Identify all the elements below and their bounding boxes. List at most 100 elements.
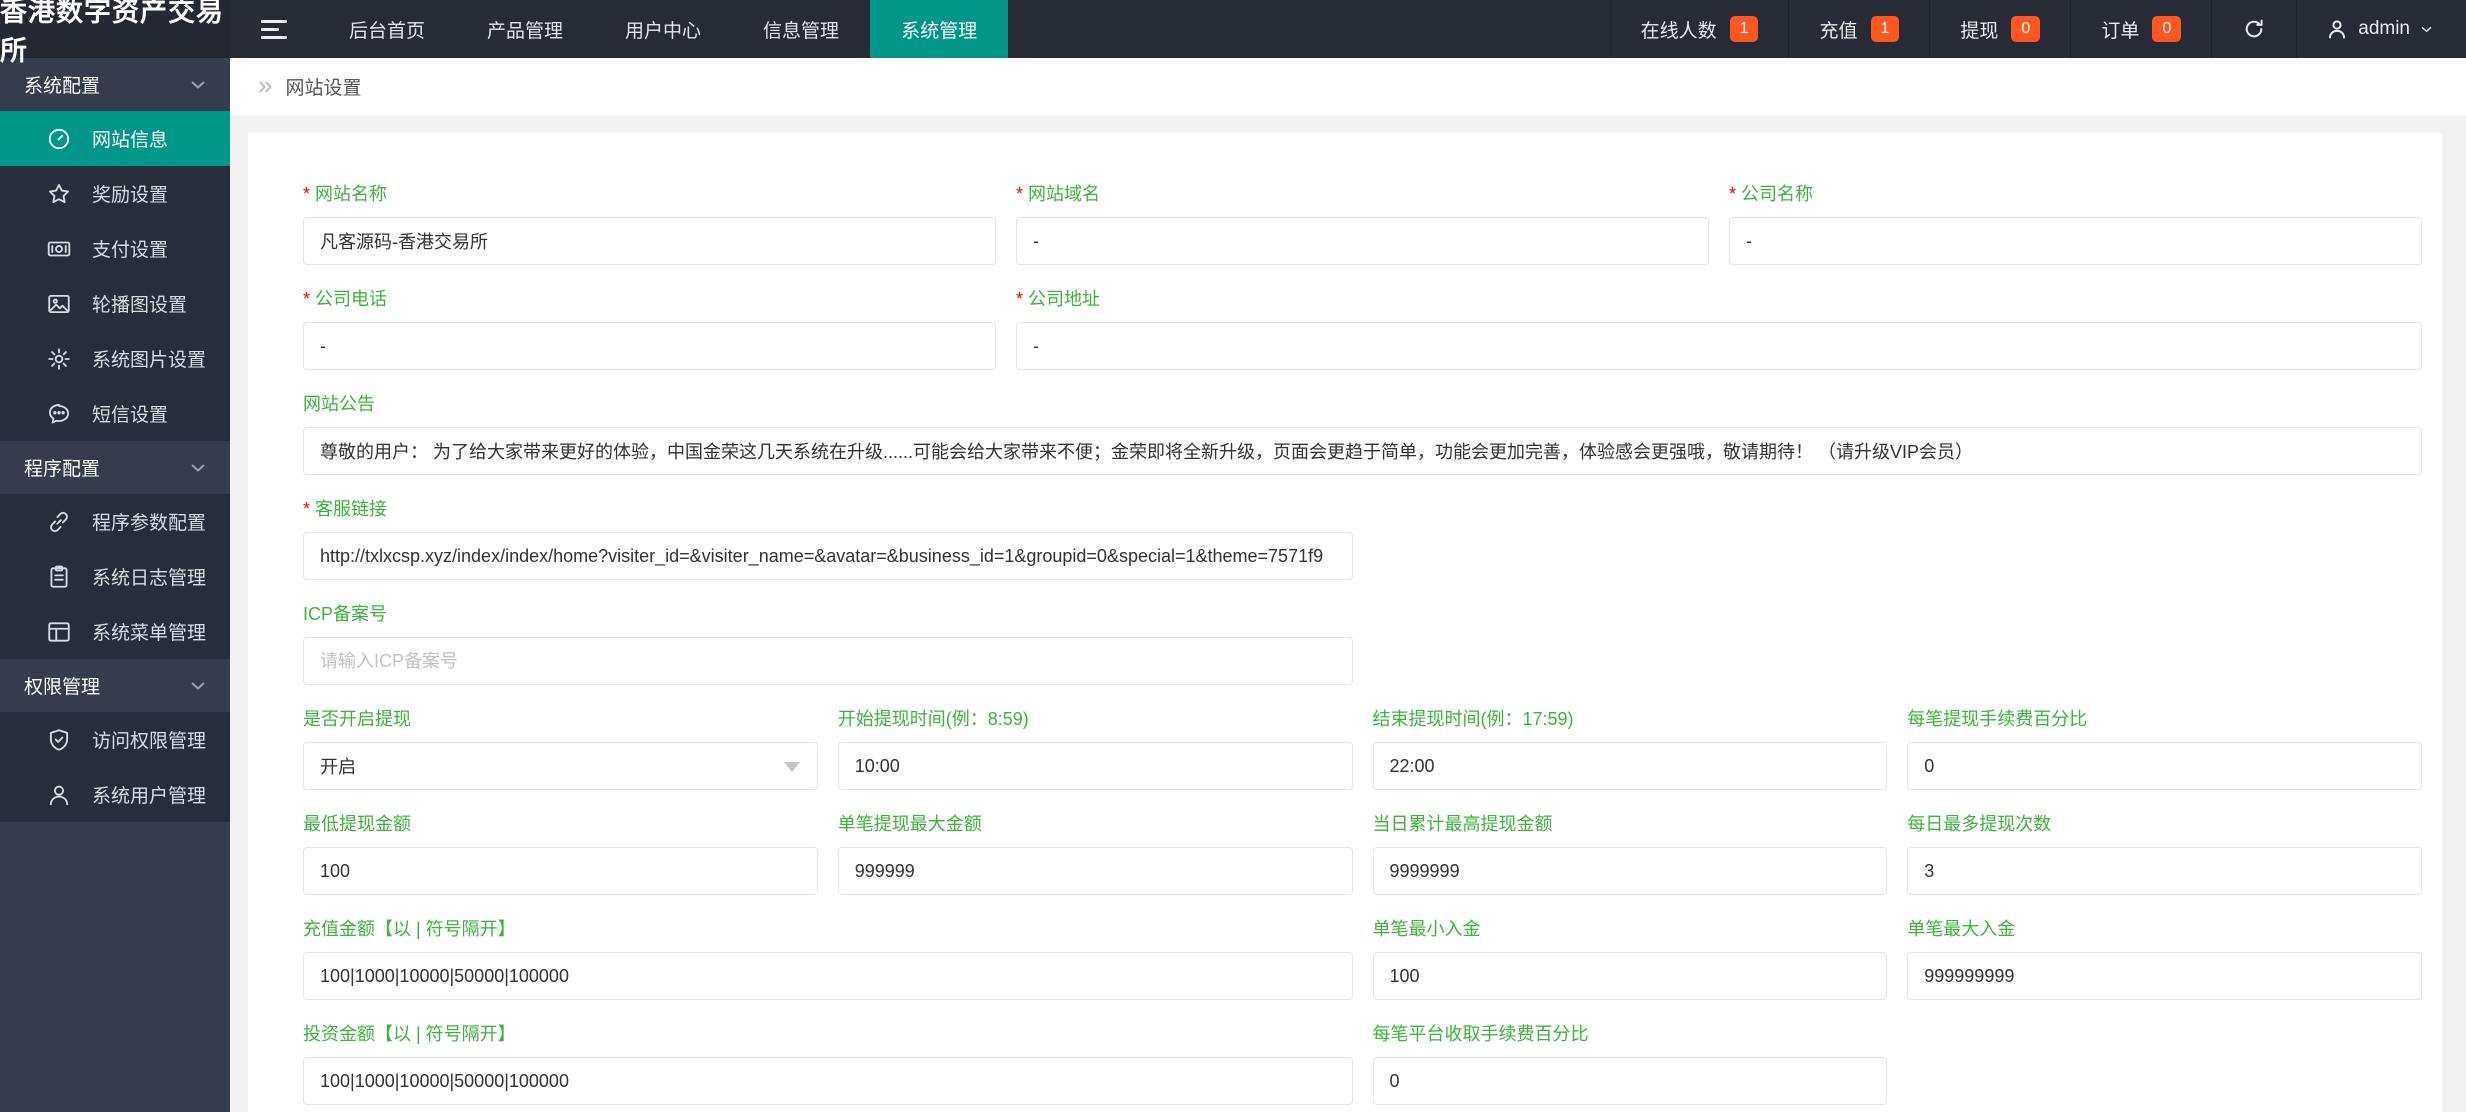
- top-nav-item[interactable]: 用户中心: [594, 0, 732, 58]
- app-logo: 香港数字资产交易所: [0, 0, 230, 66]
- header-stats: 在线人数 1 充值 1 提现 0 订单 0: [1609, 0, 2212, 58]
- header-stat[interactable]: 在线人数 1: [1609, 0, 1789, 58]
- field-label: * 客服链接: [303, 498, 1353, 520]
- company-address-input[interactable]: [1016, 322, 2422, 370]
- stat-count-badge: 0: [2152, 16, 2182, 42]
- sidebar-item[interactable]: 系统日志管理: [0, 549, 230, 604]
- field-label: 结束提现时间(例：17:59): [1373, 708, 1888, 730]
- sidebar-item-label: 系统菜单管理: [92, 623, 207, 644]
- sidebar-item[interactable]: 系统图片设置: [0, 331, 230, 386]
- required-asterisk: *: [303, 289, 311, 309]
- sidebar-section-label: 程序配置: [24, 459, 101, 480]
- sidebar-item-label: 轮播图设置: [92, 295, 188, 316]
- top-nav: 后台首页 产品管理 用户中心 信息管理 系统管理: [318, 0, 1009, 58]
- header-stat[interactable]: 提现 0: [1929, 0, 2070, 58]
- field-label-text: 单笔最大入金: [1907, 919, 2016, 939]
- header-stat[interactable]: 充值 1: [1788, 0, 1929, 58]
- field-label-text: 网站名称: [315, 184, 388, 204]
- field-label-text: 最低提现金额: [303, 814, 411, 834]
- field-label: 网站公告: [303, 393, 2422, 415]
- field-label: 投资金额【以 | 符号隔开】: [303, 1023, 1353, 1045]
- max-withdraw-daily-input[interactable]: [1372, 847, 1888, 895]
- min-withdraw-amount-input[interactable]: [303, 847, 818, 895]
- min-deposit-input[interactable]: [1372, 952, 1888, 1000]
- sidebar-item-label: 短信设置: [92, 405, 169, 426]
- field-label: 每笔提现手续费百分比: [1907, 708, 2422, 730]
- company-name-input[interactable]: [1729, 217, 2422, 265]
- field-label: 单笔最小入金: [1373, 918, 1888, 940]
- stat-count-badge: 1: [1870, 16, 1900, 42]
- chevron-down-icon: [188, 75, 208, 95]
- field-label: 开始提现时间(例：8:59): [838, 708, 1353, 730]
- sidebar: 系统配置 网站信息 奖励设置 支付设置 轮播图设置 系统图片设置 短信设置 程序配置 程序参数配…: [0, 58, 230, 1112]
- field-label: 每笔平台收取手续费百分比: [1373, 1023, 1888, 1045]
- sidebar-item[interactable]: 访问权限管理: [0, 712, 230, 767]
- sidebar-section-items: 程序参数配置 系统日志管理 系统菜单管理: [0, 494, 230, 659]
- service-link-input[interactable]: [303, 532, 1353, 580]
- sidebar-item-label: 程序参数配置: [92, 513, 207, 534]
- platform-fee-percent-input[interactable]: [1372, 1057, 1888, 1105]
- field-label-text: 充值金额【以 | 符号隔开】: [303, 919, 516, 939]
- site-name-input[interactable]: [303, 217, 996, 265]
- top-header: 香港数字资产交易所 后台首页 产品管理 用户中心 信息管理 系统管理 在线人数 1 充值 1 提…: [0, 0, 2466, 66]
- top-nav-item[interactable]: 产品管理: [456, 0, 594, 58]
- sidebar-item-label: 系统日志管理: [92, 568, 207, 589]
- site-notice-input[interactable]: [303, 427, 2422, 475]
- field-label: * 公司电话: [303, 288, 996, 310]
- max-withdraw-times-input[interactable]: [1907, 847, 2422, 895]
- field-label-text: 是否开启提现: [303, 709, 411, 729]
- icp-number-input[interactable]: [303, 637, 1353, 685]
- sidebar-item[interactable]: 短信设置: [0, 386, 230, 441]
- company-phone-input[interactable]: [303, 322, 996, 370]
- max-withdraw-single-input[interactable]: [837, 847, 1353, 895]
- site-domain-input[interactable]: [1016, 217, 1709, 265]
- max-deposit-input[interactable]: [1907, 952, 2422, 1000]
- sidebar-item[interactable]: 程序参数配置: [0, 494, 230, 549]
- header-stat-label: 提现: [1960, 20, 1999, 42]
- sidebar-item[interactable]: 系统菜单管理: [0, 604, 230, 659]
- top-nav-item[interactable]: 后台首页: [318, 0, 456, 58]
- sidebar-item[interactable]: 轮播图设置: [0, 276, 230, 331]
- header-stat[interactable]: 订单 0: [2070, 0, 2211, 58]
- star-icon: [46, 181, 72, 207]
- sidebar-item-label: 系统用户管理: [92, 786, 207, 807]
- shield-check-icon: [46, 727, 72, 753]
- field-label-text: 当日累计最高提现金额: [1372, 814, 1553, 834]
- top-nav-item[interactable]: 信息管理: [732, 0, 870, 58]
- stat-count-badge: 1: [1729, 16, 1759, 42]
- stat-count-badge: 0: [2011, 16, 2041, 42]
- sidebar-section-title[interactable]: 程序配置: [0, 441, 230, 494]
- withdraw-start-time-input[interactable]: [837, 742, 1353, 790]
- chevron-down-icon: [188, 676, 208, 696]
- sidebar-item[interactable]: 系统用户管理: [0, 767, 230, 822]
- sidebar-item[interactable]: 奖励设置: [0, 166, 230, 221]
- recharge-amounts-input[interactable]: [303, 952, 1353, 1000]
- field-label-text: 单笔提现最大金额: [837, 814, 982, 834]
- refresh-button[interactable]: [2211, 0, 2296, 58]
- form-field-site-name: * 网站名称: [303, 183, 996, 265]
- payment-icon: [46, 236, 72, 262]
- withdraw-fee-percent-input[interactable]: [1907, 742, 2422, 790]
- select-caret-icon: [783, 762, 800, 772]
- sidebar-item[interactable]: 网站信息: [0, 111, 230, 166]
- field-label-text: 网站域名: [1028, 184, 1101, 204]
- top-nav-item[interactable]: 系统管理: [870, 0, 1009, 58]
- user-menu[interactable]: admin: [2296, 0, 2466, 58]
- field-label-text: 每日最多提现次数: [1907, 814, 2052, 834]
- invest-amounts-input[interactable]: [303, 1057, 1353, 1105]
- required-asterisk: *: [303, 184, 311, 204]
- field-label-text: ICP备案号: [303, 604, 388, 624]
- withdraw-enabled-select[interactable]: 开启: [303, 742, 818, 790]
- user-avatar-icon: [2325, 17, 2349, 41]
- sidebar-item-label: 网站信息: [92, 130, 169, 151]
- field-label-text: 网站公告: [303, 394, 375, 414]
- sidebar-toggle-button[interactable]: [230, 0, 318, 58]
- form-field-withdraw-start-time: 开始提现时间(例：8:59): [837, 708, 1353, 790]
- field-label: 最低提现金额: [303, 813, 818, 835]
- form-field-company-name: * 公司名称: [1729, 183, 2422, 265]
- sidebar-item[interactable]: 支付设置: [0, 221, 230, 276]
- sidebar-section-title[interactable]: 权限管理: [0, 659, 230, 712]
- withdraw-end-time-input[interactable]: [1372, 742, 1888, 790]
- required-asterisk: *: [303, 499, 311, 519]
- field-label-text: 客服链接: [315, 499, 388, 519]
